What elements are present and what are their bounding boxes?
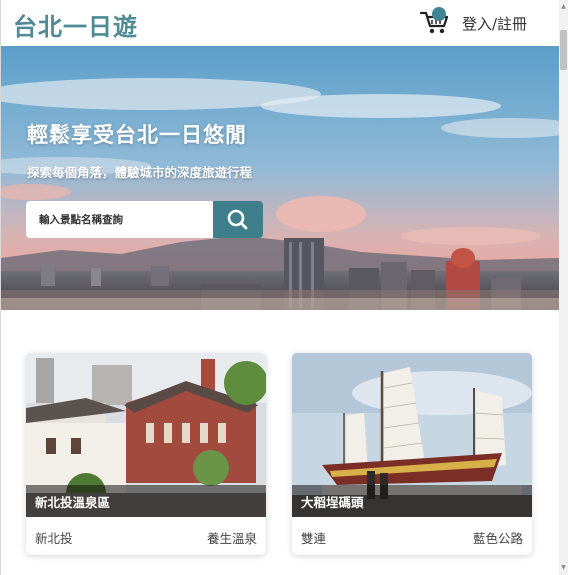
login-register-link[interactable]: 登入/註冊 (462, 13, 527, 34)
page: 台北一日遊 登入/註冊 輕鬆享受台北一日悠閒 探索每個角落，體驗城市的深度旅遊行… (0, 0, 559, 575)
cart-badge (432, 7, 446, 21)
attraction-name: 大稻埕碼頭 (301, 495, 364, 510)
attraction-card[interactable]: 新北投溫泉區 新北投 養生溫泉 (26, 353, 266, 555)
header: 台北一日遊 登入/註冊 (1, 0, 559, 46)
vertical-scrollbar[interactable]: ▲ ▼ (559, 0, 568, 575)
attraction-category: 養生溫泉 (206, 531, 257, 546)
hero-banner: 輕鬆享受台北一日悠閒 探索每個角落，體驗城市的深度旅遊行程 (1, 46, 559, 310)
attraction-category: 藍色公路 (472, 531, 523, 546)
scroll-up-arrow-icon[interactable]: ▲ (560, 3, 567, 11)
search-icon (227, 209, 248, 230)
attraction-area: 新北投 (35, 531, 73, 546)
search-input[interactable] (26, 201, 213, 238)
cart-button[interactable] (419, 7, 452, 35)
attraction-name: 新北投溫泉區 (35, 495, 111, 510)
scroll-down-arrow-icon[interactable]: ▼ (560, 564, 567, 572)
hero-title: 輕鬆享受台北一日悠閒 (27, 123, 247, 147)
search-button[interactable] (213, 201, 263, 238)
scrollbar-thumb[interactable] (560, 30, 567, 70)
attraction-card[interactable]: 大稻埕碼頭 雙連 藍色公路 (292, 353, 532, 555)
hero-subtitle: 探索每個角落，體驗城市的深度旅遊行程 (27, 165, 253, 180)
site-logo[interactable]: 台北一日遊 (13, 7, 138, 42)
attraction-area: 雙連 (301, 531, 327, 546)
